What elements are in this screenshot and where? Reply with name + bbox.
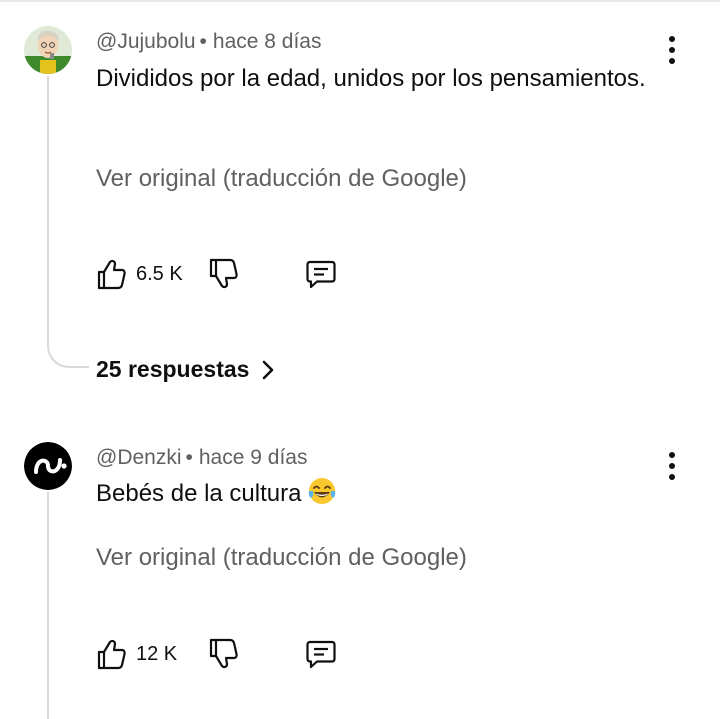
author-handle[interactable]: @Denzki xyxy=(96,446,182,469)
author-handle[interactable]: @Jujubolu xyxy=(96,30,196,53)
like-count: 12 K xyxy=(136,643,178,665)
comment-text: Divididos por la edad, unidos por los pe… xyxy=(96,65,646,92)
tears-of-joy-emoji xyxy=(309,478,336,504)
like-count: 6.5 K xyxy=(136,263,183,285)
view-replies-button[interactable]: 25 respuestas xyxy=(96,356,275,383)
comment-actions: 6.5 K xyxy=(94,257,394,293)
comment-time: hace 9 días xyxy=(198,446,308,469)
meta-separator: • xyxy=(199,30,207,53)
comment-card: @Jujubolu • hace 8 días Divididos por la e… xyxy=(0,0,720,400)
more-vert-icon[interactable] xyxy=(660,34,684,66)
comment-time: hace 8 días xyxy=(212,30,322,53)
chevron-right-icon xyxy=(263,360,274,379)
thumbs-down-icon[interactable] xyxy=(206,257,240,291)
avatar[interactable] xyxy=(24,442,72,490)
thumbs-down-icon[interactable] xyxy=(206,637,240,671)
comment-actions: 12 K xyxy=(94,637,394,673)
avatar[interactable] xyxy=(24,26,72,74)
comment-meta: @Denzki • hace 9 días xyxy=(96,446,307,470)
see-original-link[interactable]: Ver original (traducción de Google) xyxy=(96,544,467,572)
thread-connector xyxy=(47,344,89,368)
comment-text: Bebés de la cultura xyxy=(96,476,656,512)
comment-card: @Denzki • hace 9 días Bebés de la cultura … xyxy=(0,400,720,719)
thumbs-up-icon[interactable] xyxy=(94,257,128,291)
thumbs-up-icon[interactable] xyxy=(94,637,128,671)
thread-line xyxy=(47,492,49,719)
meta-separator: • xyxy=(185,446,193,469)
comment-icon[interactable] xyxy=(304,637,338,671)
replies-label: 25 respuestas xyxy=(96,356,250,382)
thread-line xyxy=(47,76,49,344)
more-vert-icon[interactable] xyxy=(660,450,684,482)
comment-icon[interactable] xyxy=(304,257,338,291)
see-original-link[interactable]: Ver original (traducción de Google) xyxy=(96,165,467,193)
comment-text-body: Bebés de la cultura xyxy=(96,480,302,507)
comment-meta: @Jujubolu • hace 8 días xyxy=(96,30,322,54)
